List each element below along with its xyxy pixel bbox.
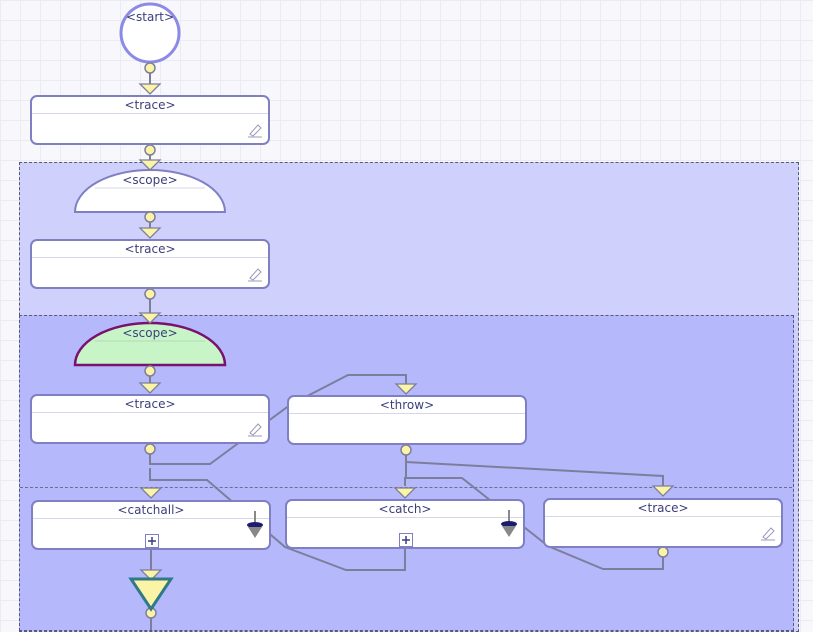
input-arrow xyxy=(651,485,675,497)
input-arrow xyxy=(138,159,162,171)
trace-title: <trace> xyxy=(32,241,268,258)
trace-title: <trace> xyxy=(545,500,781,517)
throw-title: <throw> xyxy=(289,397,525,414)
connector-port xyxy=(144,211,156,223)
trace-node[interactable]: <trace> xyxy=(543,498,783,548)
expand-plus-icon[interactable] xyxy=(399,533,413,547)
pencil-icon[interactable] xyxy=(760,525,776,541)
connector-port xyxy=(400,444,412,456)
input-arrow xyxy=(138,382,162,394)
connector-port xyxy=(144,443,156,455)
trace-node[interactable]: <trace> xyxy=(30,394,270,444)
trace-title: <trace> xyxy=(32,97,268,114)
end-triangle-icon[interactable] xyxy=(128,577,174,612)
pencil-icon[interactable] xyxy=(247,421,263,437)
pencil-icon[interactable] xyxy=(247,122,263,138)
catchall-node[interactable]: <catchall> xyxy=(31,500,271,550)
trace-title: <trace> xyxy=(32,396,268,413)
connector-port xyxy=(144,144,156,156)
catch-title: <catch> xyxy=(287,501,523,518)
input-arrow xyxy=(138,312,162,324)
scope-label: <scope> xyxy=(122,326,178,340)
start-label: <start> xyxy=(125,10,175,24)
connector-port xyxy=(657,546,669,558)
link-catch-trace xyxy=(405,461,664,486)
expand-plus-icon[interactable] xyxy=(145,534,159,548)
throw-node[interactable]: <throw> xyxy=(287,395,527,445)
input-arrow xyxy=(138,83,162,95)
catch-node[interactable]: <catch> xyxy=(285,499,525,549)
trace-node[interactable]: <trace> xyxy=(30,95,270,145)
scope-label: <scope> xyxy=(122,173,178,187)
connector-port xyxy=(144,365,156,377)
connector-port xyxy=(144,62,156,74)
trace-node[interactable]: <trace> xyxy=(30,239,270,289)
fault-handler-icon xyxy=(501,510,517,537)
input-arrow xyxy=(138,227,162,239)
input-arrow xyxy=(393,487,417,499)
fault-handler-icon xyxy=(247,511,263,538)
connector-port xyxy=(144,288,156,300)
pencil-icon[interactable] xyxy=(247,266,263,282)
input-arrow xyxy=(139,487,163,499)
catchall-title: <catchall> xyxy=(33,502,269,519)
input-arrow xyxy=(394,383,418,395)
